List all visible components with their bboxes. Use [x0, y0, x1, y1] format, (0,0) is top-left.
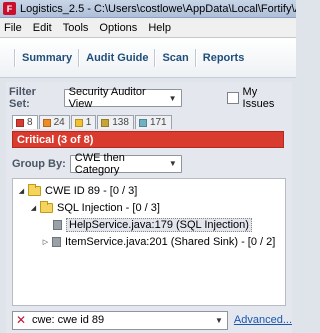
menu-edit[interactable]: Edit — [33, 22, 52, 34]
my-issues-label: My Issues — [242, 86, 275, 110]
all-swatch — [138, 118, 147, 127]
group-by-select[interactable]: CWE then Category ▼ — [69, 151, 182, 176]
chevron-down-icon[interactable]: ▼ — [215, 316, 223, 325]
file-icon — [53, 220, 62, 230]
title-bar: F Logistics_2.5 - C:\Users\costlowe\AppD… — [0, 0, 296, 18]
search-row: ✕ cwe: cwe id 89 ▼ Advanced... — [12, 310, 292, 330]
group-by-row: Group By: CWE then Category ▼ — [12, 151, 182, 176]
tree-node-label: CWE ID 89 - [0 / 3] — [45, 185, 138, 197]
my-issues-checkbox[interactable] — [226, 92, 239, 104]
tab-count: 8 — [27, 117, 33, 128]
toolbar-divider — [78, 48, 81, 67]
scan-button[interactable]: Scan — [162, 52, 188, 64]
audit-guide-button[interactable]: Audit Guide — [86, 52, 148, 64]
filter-row: Filter Set: Security Auditor View ▼ My I… — [6, 86, 292, 110]
toolbar: Summary Audit Guide Scan Reports — [0, 38, 296, 78]
group-by-value: CWE then Category — [74, 151, 125, 176]
priority-tabs: 8 24 1 138 171 — [12, 115, 173, 129]
chevron-down-icon: ▼ — [168, 93, 177, 103]
menu-options[interactable]: Options — [99, 22, 137, 34]
menu-help[interactable]: Help — [148, 22, 171, 34]
reports-button[interactable]: Reports — [203, 52, 245, 64]
toolbar-divider — [194, 48, 197, 67]
toolbar-divider — [14, 48, 16, 67]
tab-low[interactable]: 138 — [97, 115, 134, 129]
tab-count: 1 — [85, 117, 92, 128]
tree-node-issue[interactable]: HelpService.java:179 (SQL Injection) — [51, 217, 252, 233]
expand-icon[interactable]: ▷ — [41, 238, 50, 246]
tree-node-category[interactable]: ◢ SQL Injection - [0 / 3] — [29, 200, 160, 216]
tab-all[interactable]: 171 — [134, 115, 172, 129]
tab-count: 24 — [53, 117, 65, 128]
chevron-down-icon: ▼ — [168, 159, 177, 168]
filter-set-value: Security Auditor View — [68, 86, 146, 110]
tree-node-label: SQL Injection - [0 / 3] — [57, 202, 160, 214]
summary-button[interactable]: Summary — [22, 52, 72, 64]
menu-tools[interactable]: Tools — [63, 22, 89, 34]
high-swatch — [42, 118, 51, 127]
tab-high[interactable]: 24 — [38, 115, 70, 129]
file-icon — [52, 237, 61, 247]
filter-set-select[interactable]: Security Auditor View ▼ — [63, 86, 182, 110]
critical-swatch — [16, 118, 24, 127]
tree-node-label: ItemService.java:201 (Shared Sink) - [0 … — [65, 236, 276, 248]
toolbar-divider — [154, 48, 157, 67]
tab-count: 138 — [112, 117, 129, 128]
tab-critical[interactable]: 8 — [12, 115, 38, 129]
critical-header: Critical (3 of 8) — [12, 131, 284, 148]
tree-node-issue[interactable]: ▷ ItemService.java:201 (Shared Sink) - [… — [41, 234, 276, 250]
tree-node-label: HelpService.java:179 (SQL Injection) — [66, 218, 252, 232]
collapse-icon[interactable]: ◢ — [17, 187, 26, 195]
advanced-search-link[interactable]: Advanced... — [234, 314, 292, 326]
app-icon: F — [3, 2, 16, 15]
issue-tree: ◢ CWE ID 89 - [0 / 3] ◢ SQL Injection - … — [12, 178, 286, 306]
issues-panel: Filter Set: Security Auditor View ▼ My I… — [6, 82, 292, 333]
tab-count: 171 — [149, 117, 167, 128]
tree-node-cwe[interactable]: ◢ CWE ID 89 - [0 / 3] — [17, 183, 137, 199]
low-swatch — [101, 118, 110, 127]
menu-file[interactable]: File — [4, 22, 22, 34]
filter-set-label: Filter Set: — [9, 86, 36, 110]
close-icon[interactable]: ✕ — [16, 313, 28, 327]
tab-medium[interactable]: 1 — [70, 115, 97, 129]
search-content: ✕ cwe: cwe id 89 — [16, 313, 104, 327]
search-input[interactable]: ✕ cwe: cwe id 89 ▼ — [12, 310, 228, 330]
menu-bar: File Edit Tools Options Help — [0, 18, 296, 38]
search-value: cwe: cwe id 89 — [32, 314, 105, 326]
medium-swatch — [74, 118, 83, 127]
collapse-icon[interactable]: ◢ — [29, 204, 38, 212]
window-title: Logistics_2.5 - C:\Users\costlowe\AppDat… — [20, 2, 296, 15]
group-by-label: Group By: — [12, 157, 66, 170]
folder-icon — [28, 184, 41, 196]
folder-icon — [40, 201, 53, 213]
